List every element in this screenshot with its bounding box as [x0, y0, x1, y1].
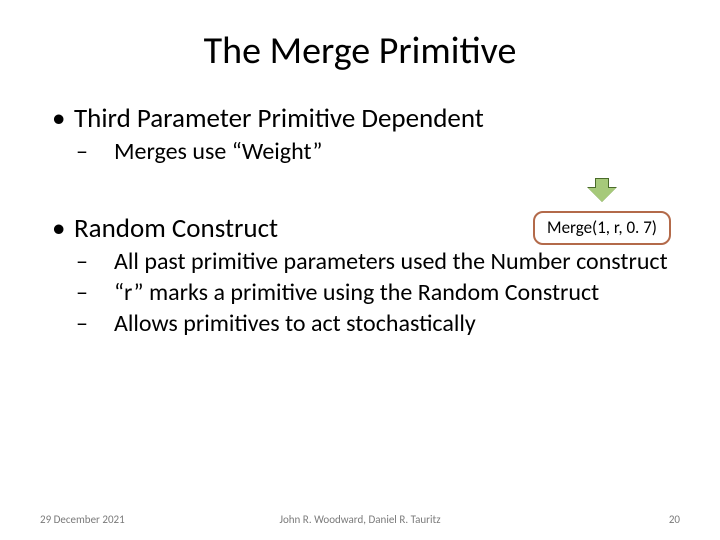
slide-title: The Merge Primitive [40, 28, 680, 74]
subbullet-stochastic: Allows primitives to act stochastically [96, 309, 680, 338]
bullet-text: Random Construct [74, 212, 278, 245]
footer-authors: John R. Woodward, Daniel R. Tauritz [279, 513, 440, 526]
subbullet-r-marks: “r” marks a primitive using the Random C… [96, 278, 680, 307]
subbullet-weight: Merges use “Weight” [96, 137, 680, 166]
footer-page-number: 20 [669, 513, 680, 526]
bullet-text: Third Parameter Primitive Dependent [74, 102, 484, 135]
slide: The Merge Primitive Third Parameter Prim… [0, 0, 720, 540]
callout-text: Merge(1, r, 0. 7) [547, 217, 657, 238]
footer-date: 29 December 2021 [40, 513, 125, 526]
bullet-third-param: Third Parameter Primitive Dependent Merg… [52, 102, 680, 166]
subbullet-text: “r” marks a primitive using the Random C… [114, 278, 599, 307]
subbullet-text: Allows primitives to act stochastically [114, 309, 476, 338]
slide-footer: 29 December 2021 John R. Woodward, Danie… [0, 513, 720, 526]
subbullet-text: All past primitive parameters used the N… [114, 247, 668, 276]
arrow-down-icon [588, 178, 616, 202]
subbullet-text: Merges use “Weight” [114, 137, 322, 166]
callout-group: Merge(1, r, 0. 7) [522, 178, 682, 245]
subbullet-number-construct: All past primitive parameters used the N… [96, 247, 680, 276]
merge-callout-box: Merge(1, r, 0. 7) [533, 211, 671, 245]
